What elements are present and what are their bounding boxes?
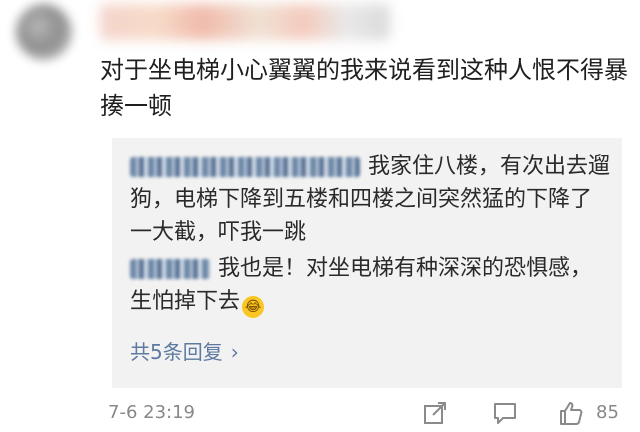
crying-laughing-emoji-icon: 😂 bbox=[242, 296, 265, 318]
more-replies-label: 共5条回复 bbox=[130, 340, 223, 364]
comment-text: 对于坐电梯小心翼翼的我来说看到这种人恨不得暴揍一顿 bbox=[100, 56, 628, 120]
avatar[interactable] bbox=[16, 4, 72, 60]
share-icon[interactable] bbox=[422, 400, 448, 426]
reply-box: 我家住八楼，有次出去遛狗，电梯下降到五楼和四楼之间突然猛的下降了一大截，吓我一跳… bbox=[112, 138, 622, 388]
username-blurred[interactable] bbox=[100, 4, 390, 40]
chevron-right-icon: › bbox=[230, 340, 239, 364]
more-replies-link[interactable]: 共5条回复 › bbox=[130, 336, 239, 365]
reply-username-blurred[interactable] bbox=[130, 157, 360, 177]
reply-item: 我家住八楼，有次出去遛狗，电梯下降到五楼和四楼之间突然猛的下降了一大截，吓我一跳 bbox=[130, 150, 610, 249]
timestamp: 7-6 23:19 bbox=[108, 402, 195, 423]
reply-username-blurred[interactable] bbox=[130, 259, 210, 279]
reply-item: 我也是！对坐电梯有种深深的恐惧感，生怕掉下去 😂 bbox=[130, 252, 610, 318]
like-count: 85 bbox=[596, 402, 619, 423]
comment-icon[interactable] bbox=[492, 400, 518, 426]
thumbs-up-icon[interactable] bbox=[558, 400, 584, 426]
